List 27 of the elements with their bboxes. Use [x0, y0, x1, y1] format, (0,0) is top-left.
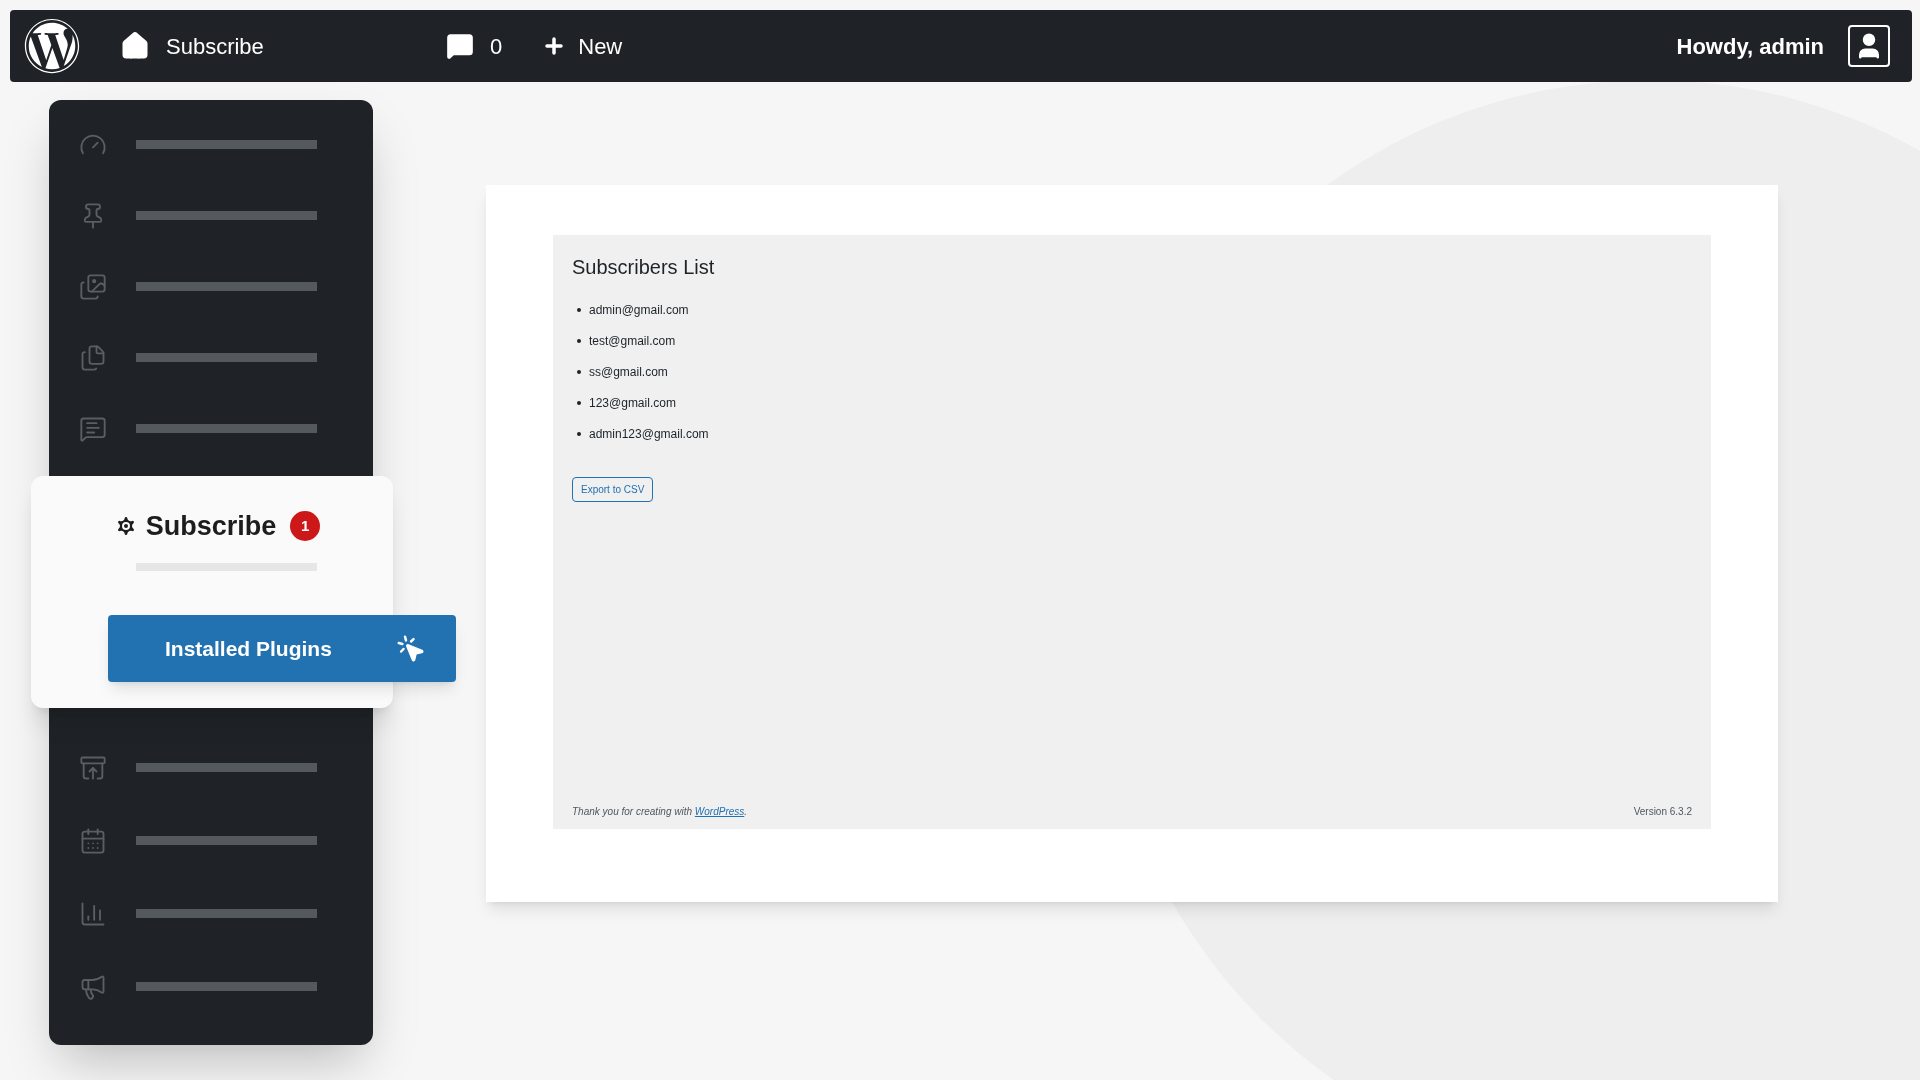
- page-title: Subscribers List: [572, 255, 716, 280]
- subscriber-email: admin123@gmail.com: [589, 426, 709, 443]
- export-button[interactable]: Export to CSV: [572, 477, 654, 502]
- avatar-icon[interactable]: [1848, 25, 1890, 67]
- comment-count[interactable]: 0: [490, 29, 503, 63]
- comment-icon[interactable]: [446, 32, 474, 60]
- logo-icon[interactable]: [24, 18, 80, 74]
- bullet-icon: [577, 308, 581, 312]
- subscriber-email: test@gmail.com: [589, 333, 676, 350]
- subscriber-email: admin@gmail.com: [589, 302, 689, 319]
- cursor-icon: [396, 633, 426, 664]
- site-name-link[interactable]: Subscribe: [166, 29, 264, 63]
- bullet-icon: [577, 401, 581, 405]
- installed-plugins-button[interactable]: Installed Plugins: [108, 615, 456, 682]
- notification-badge: 1: [290, 511, 321, 542]
- greeting-link[interactable]: Howdy, admin: [1676, 29, 1824, 63]
- bullet-icon: [577, 339, 581, 343]
- footer-text: Thank you for creating with WordPress.: [572, 805, 748, 819]
- home-icon[interactable]: [120, 31, 150, 61]
- version-text: Version 6.3.2: [1633, 805, 1692, 819]
- images-icon[interactable]: [78, 272, 107, 301]
- bullet-icon: [577, 370, 581, 374]
- bullet-icon: [577, 432, 581, 436]
- menu-title[interactable]: Subscribe: [145, 506, 277, 547]
- new-link[interactable]: New: [578, 29, 623, 63]
- subscriber-email: 123@gmail.com: [589, 395, 676, 412]
- subscriber-email: ss@gmail.com: [589, 364, 668, 381]
